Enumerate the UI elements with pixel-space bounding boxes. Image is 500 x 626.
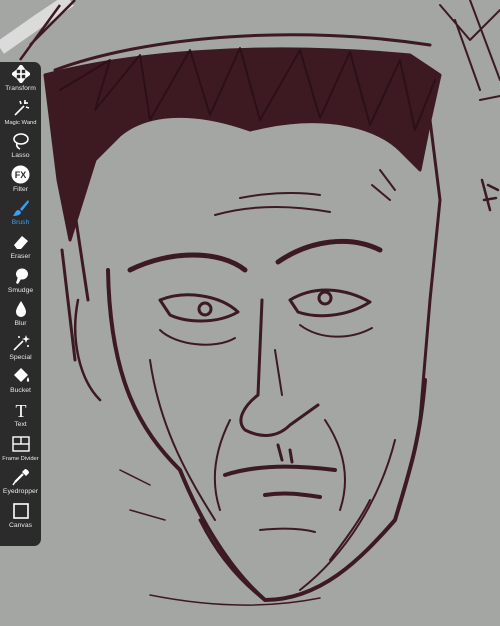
eraser-icon — [10, 232, 32, 252]
tool-smudge[interactable]: Smudge — [0, 266, 41, 300]
tool-text[interactable]: T Text — [0, 400, 41, 434]
text-icon: T — [10, 400, 32, 420]
tool-magic-wand[interactable]: Magic Wand — [0, 98, 41, 132]
svg-text:FX: FX — [15, 170, 27, 180]
frame-divider-icon — [10, 434, 32, 454]
smudge-icon — [10, 266, 32, 286]
drawing-canvas[interactable] — [0, 0, 500, 626]
tool-eraser[interactable]: Eraser — [0, 232, 41, 266]
canvas-icon — [10, 501, 32, 521]
blur-drop-icon — [10, 299, 32, 319]
tool-label: Blur — [14, 320, 27, 328]
magic-wand-icon — [10, 98, 32, 118]
tool-label: Magic Wand — [4, 119, 37, 126]
tool-label: Frame Divider — [2, 455, 39, 462]
bucket-icon — [10, 366, 32, 386]
transform-icon — [10, 64, 32, 84]
tool-label: Eraser — [10, 252, 31, 260]
tool-blur[interactable]: Blur — [0, 299, 41, 333]
tool-eyedropper[interactable]: Eyedropper — [0, 467, 41, 501]
tool-label: Special — [9, 353, 32, 361]
tool-label: Smudge — [7, 286, 34, 294]
tool-bucket[interactable]: Bucket — [0, 366, 41, 400]
brush-icon — [10, 198, 32, 218]
tool-transform[interactable]: Transform — [0, 64, 41, 98]
tool-label: Brush — [11, 219, 30, 227]
tool-label: Transform — [5, 85, 36, 92]
tool-brush[interactable]: Brush — [0, 198, 41, 232]
tool-label: Lasso — [11, 152, 30, 160]
special-wand-icon — [10, 333, 32, 353]
tool-lasso[interactable]: Lasso — [0, 131, 41, 165]
tool-special[interactable]: Special — [0, 333, 41, 367]
tool-label: Filter — [12, 185, 29, 193]
tool-sidebar: Transform Magic Wand Lasso FX Filter Bru… — [0, 62, 41, 546]
tool-label: Bucket — [10, 387, 31, 395]
svg-text:T: T — [15, 401, 26, 419]
fx-icon: FX — [10, 165, 32, 185]
tool-frame-divider[interactable]: Frame Divider — [0, 434, 41, 468]
tool-label: Eyedropper — [2, 488, 39, 496]
tool-label: Canvas — [8, 521, 33, 529]
eyedropper-icon — [10, 467, 32, 487]
tool-filter[interactable]: FX Filter — [0, 165, 41, 199]
tool-label: Text — [14, 420, 27, 428]
lasso-icon — [10, 131, 32, 151]
tool-canvas[interactable]: Canvas — [0, 501, 41, 535]
